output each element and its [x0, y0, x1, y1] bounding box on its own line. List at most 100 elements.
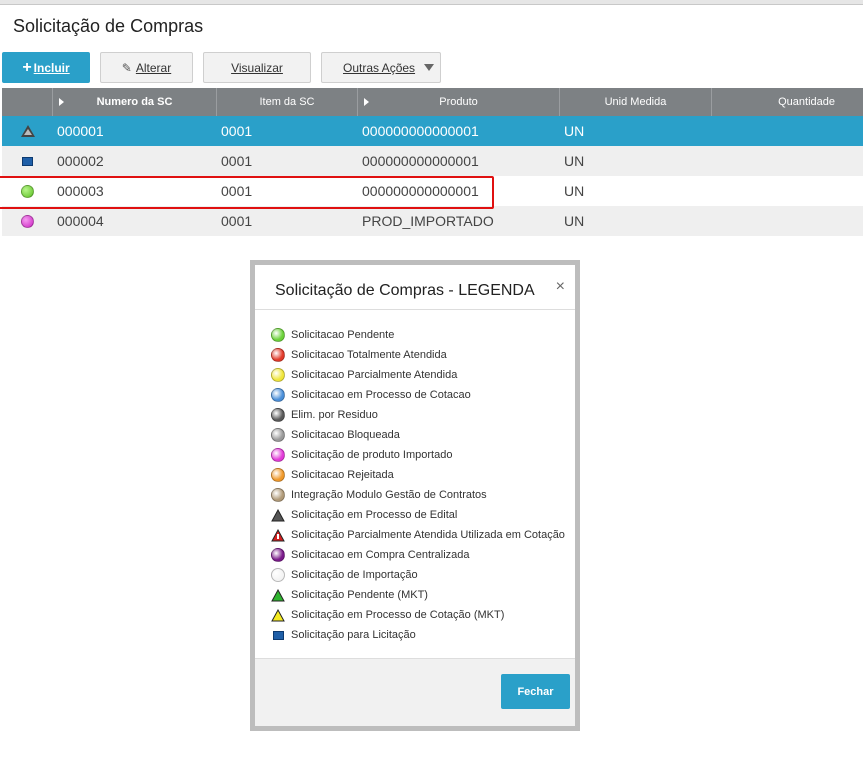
legend-label: Solicitacao Totalmente Atendida [291, 349, 447, 361]
legend-item: Solicitação em Processo de Cotação (MKT) [271, 605, 565, 625]
legend-label: Solicitação de Importação [291, 569, 418, 581]
yellow-dot-icon [271, 368, 285, 382]
purple-dot-icon [271, 548, 285, 562]
cell-unid: UN [564, 153, 585, 169]
incluir-button[interactable]: + Incluir [2, 52, 90, 83]
header-quantidade-label: Quantidade [778, 96, 835, 108]
highlight-box [0, 176, 494, 209]
table-row[interactable]: 000002 0001 000000000000001 UN [2, 146, 863, 176]
table-row[interactable]: 000004 0001 PROD_IMPORTADO UN [2, 206, 863, 236]
cell-numero: 000002 [57, 153, 104, 169]
legend-label: Solicitação Pendente (MKT) [291, 589, 428, 601]
legend-label: Solicitação para Licitação [291, 629, 416, 641]
legend-item: Solicitacao Parcialmente Atendida [271, 365, 565, 385]
legend-dialog: Solicitação de Compras - LEGENDA × Solic… [255, 265, 575, 726]
legend-label: Solicitacao Parcialmente Atendida [291, 369, 458, 381]
header-produto[interactable]: Produto [358, 88, 560, 116]
green-dot-icon [271, 328, 285, 342]
outras-acoes-label: Outras Ações [343, 60, 416, 75]
status-cell [2, 156, 53, 166]
legend-item: Solicitação para Licitação [271, 625, 565, 645]
legend-label: Integração Modulo Gestão de Contratos [291, 489, 487, 501]
white-dot-icon [271, 568, 285, 582]
plus-icon: + [22, 58, 32, 76]
data-grid: Numero da SC Item da SC Produto Unid Med… [2, 88, 863, 236]
legend-item: Solicitação Parcialmente Atendida Utiliz… [271, 525, 565, 545]
header-item[interactable]: Item da SC [217, 88, 358, 116]
legend-item: Solicitacao em Processo de Cotacao [271, 385, 565, 405]
cell-unid: UN [564, 123, 585, 139]
header-quantidade[interactable]: Quantidade [712, 88, 863, 116]
legend-item: Solicitação Pendente (MKT) [271, 585, 565, 605]
visualizar-button[interactable]: Visualizar [203, 52, 311, 83]
legend-item: Solicitacao em Compra Centralizada [271, 545, 565, 565]
table-row[interactable]: 000001 0001 000000000000001 UN [2, 116, 863, 146]
visualizar-label: Visualizar [231, 60, 283, 75]
grid-header: Numero da SC Item da SC Produto Unid Med… [2, 88, 863, 116]
page-title: Solicitação de Compras [13, 16, 204, 36]
legend-item: Solicitacao Bloqueada [271, 425, 565, 445]
legend-item: Solicitação em Processo de Edital [271, 505, 565, 525]
legend-dialog-frame: Solicitação de Compras - LEGENDA × Solic… [250, 260, 580, 731]
red-dot-icon [271, 348, 285, 362]
legend-label: Solicitação em Processo de Edital [291, 509, 458, 521]
alterar-button[interactable]: ✎ Alterar [100, 52, 193, 83]
red-warning-triangle-icon [271, 528, 285, 542]
pencil-icon: ✎ [121, 60, 132, 75]
header-unid[interactable]: Unid Medida [560, 88, 712, 116]
sort-arrow-icon [364, 98, 369, 106]
dialog-title: Solicitação de Compras - LEGENDA [275, 282, 535, 299]
dialog-footer: Fechar [255, 658, 575, 726]
magenta-dot-icon [271, 448, 285, 462]
gray-triangle-icon [271, 508, 285, 522]
legend-item: Elim. por Residuo [271, 405, 565, 425]
legend-list: Solicitacao Pendente Solicitacao Totalmen… [271, 325, 565, 645]
cell-produto: 000000000000001 [362, 123, 479, 139]
legend-item: Solicitação de produto Importado [271, 445, 565, 465]
legend-label: Solicitacao Rejeitada [291, 469, 394, 481]
fechar-button[interactable]: Fechar [501, 674, 570, 709]
cell-item: 0001 [221, 213, 253, 229]
legend-label: Solicitação Parcialmente Atendida Utiliz… [291, 529, 565, 541]
legend-item: Solicitacao Pendente [271, 325, 565, 345]
divider [255, 309, 575, 310]
alterar-label: Alterar [135, 60, 172, 75]
legend-label: Solicitacao Pendente [291, 329, 395, 341]
legend-item: Solicitacao Rejeitada [271, 465, 565, 485]
header-produto-label: Produto [439, 96, 478, 108]
sort-arrow-icon [59, 98, 64, 106]
legend-label: Elim. por Residuo [291, 409, 378, 421]
header-numero-label: Numero da SC [96, 96, 173, 108]
legend-label: Solicitação de produto Importado [291, 449, 453, 461]
legend-item: Solicitacao Totalmente Atendida [271, 345, 565, 365]
cell-numero: 000004 [57, 213, 104, 229]
blue-dot-icon [271, 388, 285, 402]
outras-acoes-button[interactable]: Outras Ações [321, 52, 441, 83]
legend-label: Solicitacao em Compra Centralizada [291, 549, 470, 561]
close-icon[interactable]: × [556, 278, 565, 296]
magenta-dot-icon [21, 214, 34, 228]
cell-item: 0001 [221, 123, 253, 139]
blue-square-icon [271, 628, 285, 642]
header-unid-label: Unid Medida [604, 96, 667, 108]
header-numero[interactable]: Numero da SC [53, 88, 217, 116]
green-triangle-icon [271, 588, 285, 602]
tan-dot-icon [271, 488, 285, 502]
cell-produto: PROD_IMPORTADO [362, 213, 494, 229]
yellow-triangle-icon [271, 608, 285, 622]
status-cell [2, 214, 53, 228]
cell-numero: 000001 [57, 123, 104, 139]
dark-gray-dot-icon [271, 408, 285, 422]
header-status [2, 88, 53, 116]
incluir-label: Incluir [33, 60, 70, 75]
cell-produto: 000000000000001 [362, 153, 479, 169]
cell-unid: UN [564, 183, 585, 199]
header-item-label: Item da SC [259, 96, 315, 108]
top-border [0, 0, 863, 5]
legend-item: Solicitação de Importação [271, 565, 565, 585]
legend-item: Integração Modulo Gestão de Contratos [271, 485, 565, 505]
gray-triangle-icon [20, 125, 35, 137]
legend-label: Solicitação em Processo de Cotação (MKT) [291, 609, 505, 621]
gray-dot-icon [271, 428, 285, 442]
chevron-down-icon [424, 64, 434, 71]
